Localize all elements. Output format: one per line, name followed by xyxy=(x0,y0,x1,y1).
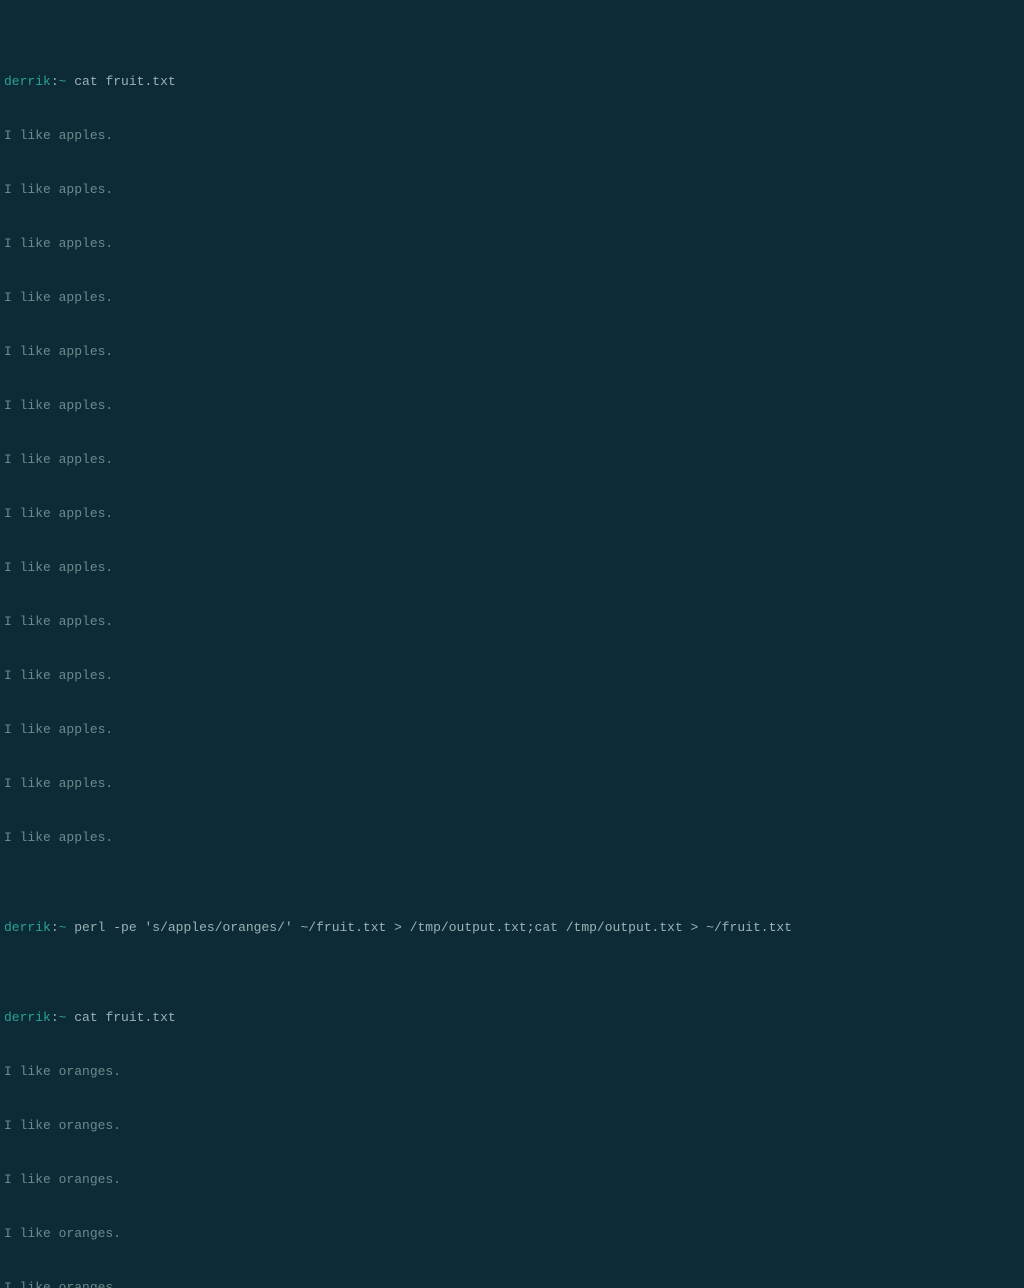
output-line: I like apples. xyxy=(4,289,1020,307)
prompt-separator: : xyxy=(51,1010,59,1025)
output-line: I like apples. xyxy=(4,235,1020,253)
command-line: derrik:~ cat fruit.txt xyxy=(4,1009,1020,1027)
output-line: I like apples. xyxy=(4,397,1020,415)
output-line: I like oranges. xyxy=(4,1117,1020,1135)
output-line: I like oranges. xyxy=(4,1225,1020,1243)
output-line: I like apples. xyxy=(4,343,1020,361)
command-text: cat fruit.txt xyxy=(74,1010,175,1025)
prompt-separator: : xyxy=(51,920,59,935)
command-line: derrik:~ cat fruit.txt xyxy=(4,73,1020,91)
output-line: I like apples. xyxy=(4,451,1020,469)
output-line: I like oranges. xyxy=(4,1063,1020,1081)
prompt-userhost: derrik xyxy=(4,920,51,935)
output-line: I like oranges. xyxy=(4,1171,1020,1189)
prompt-userhost: derrik xyxy=(4,74,51,89)
prompt-path: ~ xyxy=(59,1010,67,1025)
output-line: I like apples. xyxy=(4,667,1020,685)
output-line: I like apples. xyxy=(4,181,1020,199)
output-line: I like apples. xyxy=(4,775,1020,793)
output-line: I like apples. xyxy=(4,559,1020,577)
command-text xyxy=(66,1010,74,1025)
output-line: I like apples. xyxy=(4,127,1020,145)
prompt-separator: : xyxy=(51,74,59,89)
command-text: cat fruit.txt xyxy=(74,74,175,89)
command-text xyxy=(66,920,74,935)
output-line: I like apples. xyxy=(4,829,1020,847)
output-line: I like oranges. xyxy=(4,1279,1020,1288)
terminal[interactable]: derrik:~ cat fruit.txt I like apples. I … xyxy=(4,1,1020,1288)
output-line: I like apples. xyxy=(4,505,1020,523)
prompt-path: ~ xyxy=(59,920,67,935)
command-line: derrik:~ perl -pe 's/apples/oranges/' ~/… xyxy=(4,919,1020,937)
output-line: I like apples. xyxy=(4,721,1020,739)
command-text: perl -pe 's/apples/oranges/' ~/fruit.txt… xyxy=(74,920,792,935)
prompt-userhost: derrik xyxy=(4,1010,51,1025)
output-line: I like apples. xyxy=(4,613,1020,631)
